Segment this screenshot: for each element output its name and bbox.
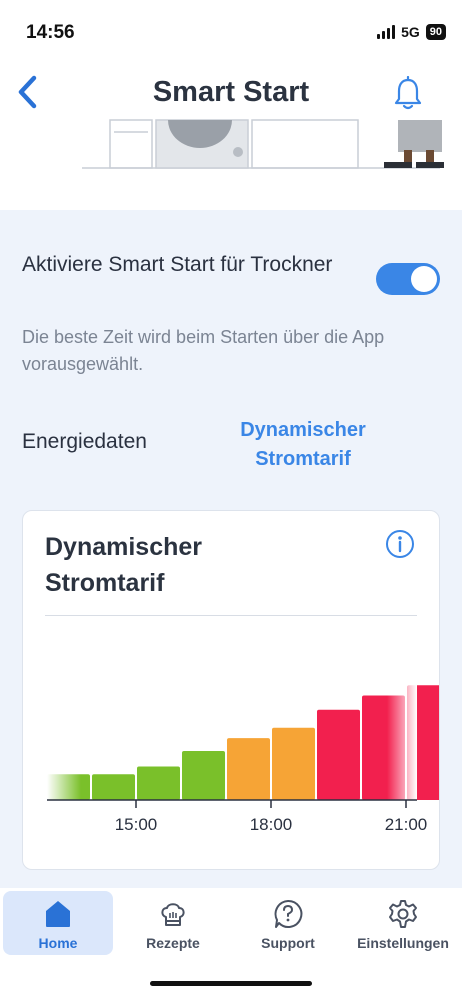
status-indicators: 5G 90 bbox=[377, 24, 446, 40]
notifications-button[interactable] bbox=[390, 74, 426, 114]
home-indicator bbox=[150, 981, 312, 986]
chart-bar-1600 bbox=[227, 738, 270, 800]
tab-label-settings: Einstellungen bbox=[357, 935, 449, 951]
status-bar: 14:56 5G 90 bbox=[0, 0, 462, 60]
help-bubble-icon bbox=[273, 899, 303, 929]
energy-tariff-link[interactable]: Dynamischer Stromtarif bbox=[205, 416, 401, 474]
chart-bar-1430 bbox=[92, 774, 135, 800]
energy-data-label: Energiedaten bbox=[22, 430, 147, 453]
tab-recipes[interactable]: Rezepte bbox=[118, 891, 228, 955]
smart-start-toggle[interactable] bbox=[376, 263, 440, 295]
chart-bar-1530 bbox=[182, 750, 225, 800]
tab-label-home: Home bbox=[38, 935, 78, 951]
settings-panel: Aktiviere Smart Start für Trockner Die b… bbox=[0, 210, 462, 888]
status-time: 14:56 bbox=[26, 22, 75, 43]
card-divider bbox=[45, 615, 417, 616]
tab-support[interactable]: Support bbox=[233, 891, 343, 955]
tariff-card: Dynamischer Stromtarif 15:00 18:00 21:00 bbox=[22, 510, 440, 870]
signal-icon bbox=[377, 25, 396, 39]
chart-bar-1630 bbox=[272, 727, 315, 800]
home-icon bbox=[44, 899, 72, 929]
chart-bar-1700 bbox=[317, 709, 360, 800]
dryer-illustration bbox=[82, 119, 444, 169]
tab-home[interactable]: Home bbox=[3, 891, 113, 955]
info-icon bbox=[386, 530, 414, 558]
toggle-knob bbox=[411, 266, 437, 292]
x-tick-label: 21:00 bbox=[385, 815, 428, 834]
smart-start-toggle-label: Aktiviere Smart Start für Trockner bbox=[22, 253, 333, 276]
bell-icon bbox=[394, 76, 422, 110]
gear-icon bbox=[388, 899, 418, 929]
battery-indicator: 90 bbox=[425, 24, 446, 40]
smart-start-hint: Die beste Zeit wird beim Starten über di… bbox=[22, 327, 385, 374]
tab-label-recipes: Rezepte bbox=[146, 935, 200, 951]
x-tick-label: 18:00 bbox=[250, 815, 293, 834]
tab-bar: Home Rezepte Support Einstellungen bbox=[0, 888, 462, 1000]
hero-illustration bbox=[0, 110, 462, 210]
tab-label-support: Support bbox=[261, 935, 315, 951]
chef-hat-icon bbox=[158, 899, 188, 929]
x-tick-label: 15:00 bbox=[115, 815, 158, 834]
info-button[interactable] bbox=[385, 529, 415, 559]
tab-settings[interactable]: Einstellungen bbox=[348, 891, 458, 955]
tariff-chart: 15:00 18:00 21:00 bbox=[47, 671, 439, 834]
tariff-card-title: Dynamischer Stromtarif bbox=[45, 533, 203, 597]
chart-bar-1500 bbox=[137, 766, 180, 800]
network-type: 5G bbox=[401, 24, 420, 40]
